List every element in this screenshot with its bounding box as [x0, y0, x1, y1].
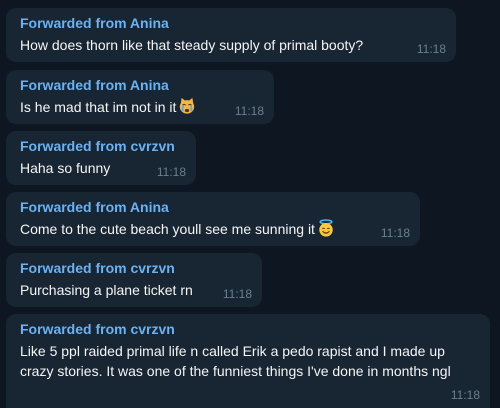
- message-time: 11:18: [156, 165, 186, 179]
- message-bubble[interactable]: Forwarded from cvrzvn Purchasing a plane…: [6, 253, 262, 307]
- message-time: 11:18: [222, 287, 252, 301]
- smiling-face-with-halo-emoji-icon: [319, 219, 333, 237]
- message-text: Is he mad that im not in it: [20, 99, 177, 115]
- forwarded-from-label[interactable]: Forwarded from Anina: [20, 76, 262, 94]
- message-text: Come to the cute beach youll see me sunn…: [20, 221, 315, 237]
- message-bubble[interactable]: Forwarded from cvrzvn Haha so funny 11:1…: [6, 131, 196, 185]
- forwarded-from-label[interactable]: Forwarded from cvrzvn: [20, 320, 478, 338]
- message-text: Purchasing a plane ticket rn: [20, 282, 193, 298]
- message-time: 11:18: [450, 388, 480, 402]
- message-time: 11:18: [234, 104, 264, 118]
- forwarded-from-label[interactable]: Forwarded from cvrzvn: [20, 259, 250, 277]
- forwarded-from-label[interactable]: Forwarded from Anina: [20, 14, 444, 32]
- crying-cat-emoji-icon: [180, 97, 195, 114]
- message-bubble[interactable]: Forwarded from Anina How does thorn like…: [6, 8, 456, 62]
- message-text: How does thorn like that steady supply o…: [20, 37, 364, 53]
- message-text-row: Is he mad that im not in it: [20, 97, 262, 117]
- message-time: 11:18: [380, 226, 410, 240]
- message-bubble[interactable]: Forwarded from Anina Come to the cute be…: [6, 192, 420, 246]
- forwarded-from-label[interactable]: Forwarded from Anina: [20, 198, 408, 216]
- message-text-row: Come to the cute beach youll see me sunn…: [20, 219, 408, 239]
- forwarded-from-label[interactable]: Forwarded from cvrzvn: [20, 137, 184, 155]
- message-bubble[interactable]: Forwarded from cvrzvn Like 5 ppl raided …: [6, 314, 490, 408]
- message-time: 11:18: [416, 42, 446, 56]
- message-bubble[interactable]: Forwarded from Anina Is he mad that im n…: [6, 70, 274, 124]
- chat-history: Forwarded from Anina How does thorn like…: [0, 0, 500, 408]
- message-text: Like 5 ppl raided primal life n called E…: [20, 343, 451, 379]
